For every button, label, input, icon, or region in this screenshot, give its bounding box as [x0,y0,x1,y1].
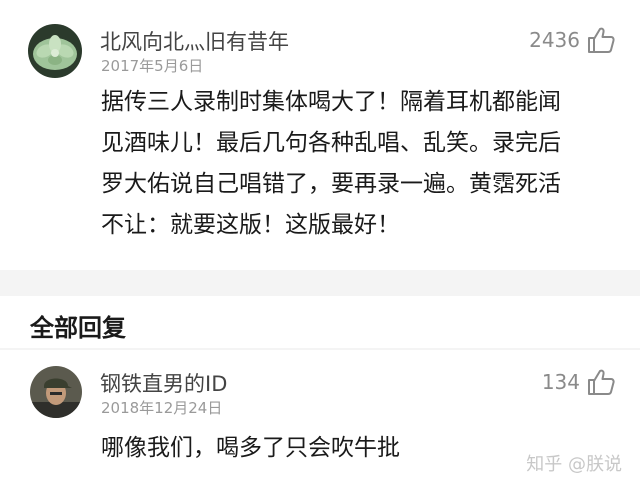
all-replies-header: 全部回复 [0,296,640,348]
thumbs-up-icon [588,369,615,395]
comment-date: 2017年5月6日 [101,57,204,75]
watermark: 知乎 @朕说 [526,454,622,475]
comment-card: 北风向北灬旧有昔年 2017年5月6日 2436 据传三人录制时集体喝大了！隔着… [0,0,640,270]
comment-like-button[interactable]: 2436 [529,26,616,54]
comment-body: 据传三人录制时集体喝大了！隔着耳机都能闻 见酒味儿！最后几句各种乱唱、乱笑。录完… [101,82,561,246]
person-avatar-icon [30,366,82,418]
comment-line: 据传三人录制时集体喝大了！隔着耳机都能闻 [101,89,561,115]
reply-like-button[interactable]: 134 [542,368,616,396]
comment-line: 见酒味儿！最后几句各种乱唱、乱笑。录完后 [101,130,561,156]
comment-username[interactable]: 北风向北灬旧有昔年 [100,26,289,56]
reply-date: 2018年12月24日 [101,399,223,417]
section-title: 全部回复 [30,314,126,342]
succulent-avatar-icon [28,24,82,78]
like-count: 2436 [529,28,580,52]
comment-line: 不让：就要这版！这版最好！ [101,212,400,238]
reply-username[interactable]: 钢铁直男的ID [100,368,227,398]
reply-text: 哪像我们，喝多了只会吹牛批 [101,435,400,461]
reply-body: 哪像我们，喝多了只会吹牛批 [101,428,400,469]
like-count: 134 [541,370,580,394]
avatar[interactable] [30,366,82,418]
thumbs-up-icon [588,27,615,53]
avatar[interactable] [28,24,82,78]
comment-line: 罗大佑说自己唱错了，要再录一遍。黄霑死活 [101,171,561,197]
